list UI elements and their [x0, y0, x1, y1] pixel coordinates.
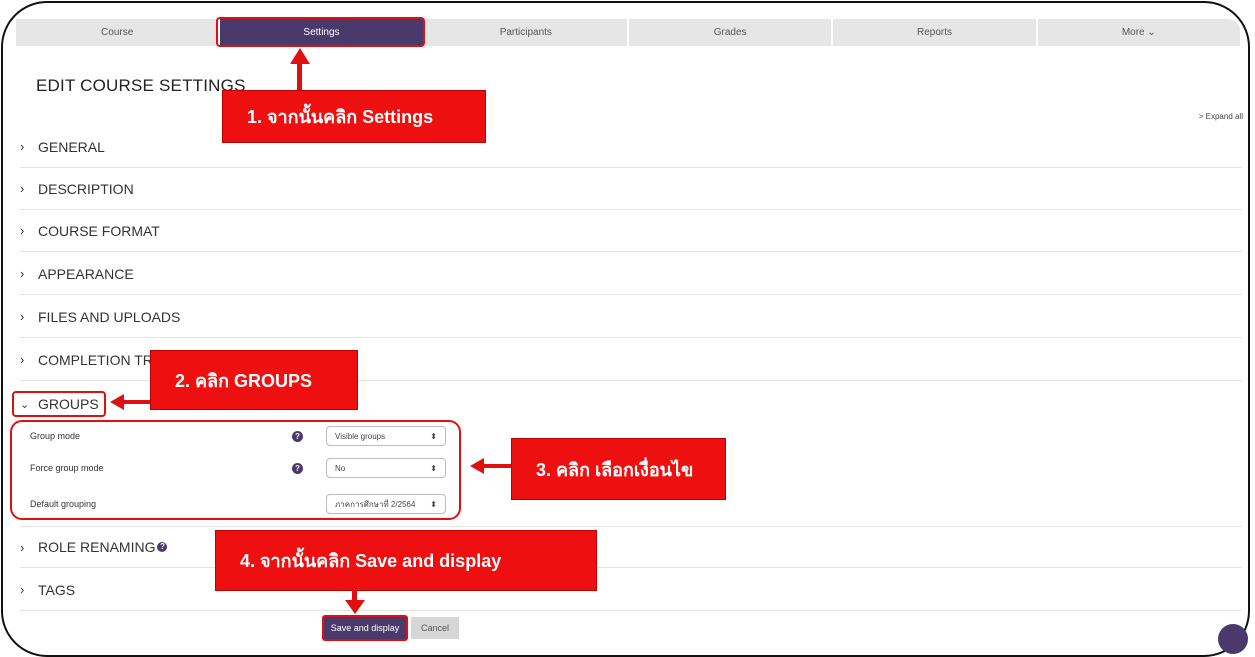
section-label: APPEARANCE [38, 265, 134, 282]
section-description[interactable]: › DESCRIPTION [20, 168, 1242, 210]
section-files-and-uploads[interactable]: › FILES AND UPLOADS [20, 296, 1242, 338]
chevron-right-icon: › [20, 352, 25, 367]
callout-step-1: 1. จากนั้นคลิก Settings [222, 90, 486, 143]
section-label: ROLE RENAMING [38, 539, 156, 555]
tab-more[interactable]: More ⌄ [1037, 19, 1240, 46]
arrow-head-down-icon [345, 600, 365, 614]
tab-reports[interactable]: Reports [833, 19, 1036, 46]
section-course-format[interactable]: › COURSE FORMAT [20, 210, 1242, 252]
tab-grades[interactable]: Grades [628, 19, 832, 46]
page-title: EDIT COURSE SETTINGS [36, 76, 246, 95]
arrow-to-settings [297, 60, 302, 90]
section-role-renaming[interactable]: › ROLE RENAMING ? [20, 526, 1242, 568]
section-appearance[interactable]: › APPEARANCE [20, 253, 1242, 295]
section-label: GENERAL [38, 138, 105, 155]
expand-all-link[interactable]: > Expand all [1199, 112, 1243, 121]
chevron-right-icon: › [20, 539, 25, 555]
arrow-head-up-icon [290, 48, 310, 64]
section-label: TAGS [38, 581, 76, 598]
arrow-left-icon [110, 394, 150, 410]
highlight-groups-section [12, 391, 106, 417]
highlight-groups-options [10, 420, 461, 520]
chevron-right-icon: › [20, 309, 25, 324]
section-label: COURSE FORMAT [38, 222, 160, 239]
tab-course[interactable]: Course [16, 19, 219, 46]
chevron-right-icon: › [20, 139, 25, 154]
cancel-button[interactable]: Cancel [411, 617, 459, 639]
highlight-settings-tab [216, 17, 425, 47]
callout-step-4: 4. จากนั้นคลิก Save and display [215, 530, 597, 591]
chevron-right-icon: › [20, 582, 25, 597]
callout-step-2: 2. คลิก GROUPS [150, 350, 358, 410]
chevron-right-icon: › [20, 181, 25, 196]
course-nav-tabs: Course Settings Participants Grades Repo… [16, 19, 1240, 46]
chevron-right-icon: › [20, 223, 25, 238]
help-icon[interactable]: ? [157, 542, 168, 552]
section-label: FILES AND UPLOADS [38, 308, 181, 325]
section-label: COMPLETION TR [38, 351, 153, 368]
arrow-left-icon [470, 458, 512, 474]
section-tags[interactable]: › TAGS [20, 569, 1242, 611]
scroll-to-top-icon[interactable] [1218, 624, 1248, 654]
section-general[interactable]: › GENERAL [20, 126, 1242, 168]
highlight-save-button [322, 615, 408, 641]
tab-participants[interactable]: Participants [424, 19, 627, 46]
callout-step-3: 3. คลิก เลือกเงื่อนไข [511, 438, 726, 500]
chevron-right-icon: › [20, 266, 25, 281]
section-label: DESCRIPTION [38, 180, 134, 197]
